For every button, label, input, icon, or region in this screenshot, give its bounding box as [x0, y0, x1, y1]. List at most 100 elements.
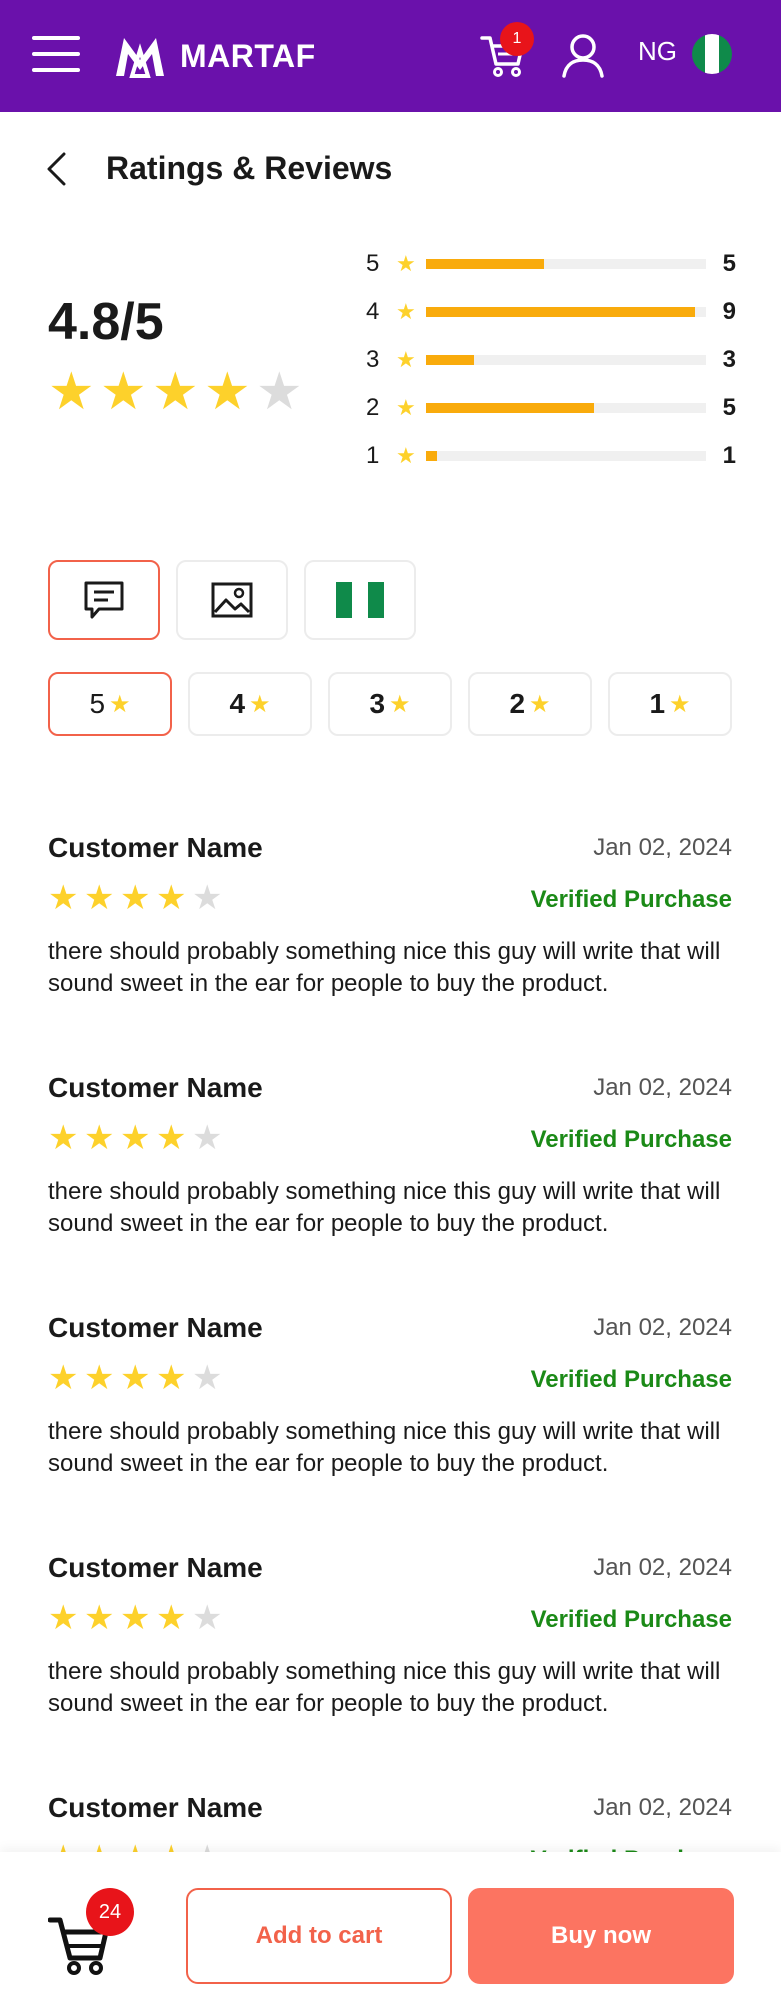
- rating-distribution: 5 ★ 5 4 ★ 9 3 ★ 3 2 ★ 5 1 ★ 1: [366, 240, 736, 480]
- add-to-cart-button[interactable]: Add to cart: [186, 1888, 452, 1984]
- verified-purchase-badge: Verified Purchase: [530, 1366, 732, 1393]
- star-empty-icon: ★: [192, 879, 223, 917]
- star-icon: ★: [389, 690, 411, 718]
- bottom-action-bar: 24 Add to cart Buy now: [0, 1852, 781, 2016]
- brand-logo[interactable]: MARTAF: [112, 30, 316, 82]
- distribution-bar-fill: [426, 451, 438, 461]
- distribution-count: 1: [722, 442, 736, 469]
- star-filled-icon: ★: [84, 1599, 115, 1637]
- distribution-row: 2 ★ 5: [366, 384, 736, 432]
- star-filter-group: 5 ★ 4 ★ 3 ★ 2 ★ 1 ★: [48, 672, 748, 736]
- star-filled-icon: ★: [120, 1119, 151, 1157]
- average-stars: ★ ★ ★ ★ ★: [48, 366, 308, 418]
- star-filled-icon: ★: [120, 1599, 151, 1637]
- star-filter-2-button[interactable]: 2 ★: [468, 672, 592, 736]
- user-icon[interactable]: [560, 32, 606, 78]
- star-filter-5-button[interactable]: 5 ★: [48, 672, 172, 736]
- page-title: Ratings & Reviews: [106, 150, 393, 186]
- star-filter-label: 4: [229, 688, 246, 719]
- distribution-label: 1: [366, 442, 380, 469]
- distribution-count: 3: [722, 346, 736, 373]
- star-empty-icon: ★: [192, 1119, 223, 1157]
- review-text: there should probably something nice thi…: [48, 1658, 721, 1717]
- distribution-count: 9: [722, 298, 736, 325]
- star-filled-icon: ★: [48, 363, 95, 421]
- star-empty-icon: ★: [192, 1359, 223, 1397]
- star-filled-icon: ★: [48, 1119, 79, 1157]
- review-date: Jan 02, 2024: [593, 1554, 732, 1581]
- star-empty-icon: ★: [192, 1599, 223, 1637]
- star-icon: ★: [109, 690, 131, 718]
- star-filter-4-button[interactable]: 4 ★: [188, 672, 312, 736]
- buy-now-button[interactable]: Buy now: [468, 1888, 734, 1984]
- star-filled-icon: ★: [48, 879, 79, 917]
- distribution-bar-fill: [426, 403, 594, 413]
- review-list: Customer Name Jan 02, 2024 ★ ★ ★ ★ ★ Verified P…: [48, 832, 732, 2016]
- filter-comments-button[interactable]: [48, 560, 160, 640]
- filter-images-button[interactable]: [176, 560, 288, 640]
- review-text: there should probably something nice thi…: [48, 1178, 721, 1237]
- star-icon: ★: [396, 443, 416, 468]
- review-date: Jan 02, 2024: [593, 1074, 732, 1101]
- brand-name: MARTAF: [180, 37, 316, 74]
- distribution-row: 4 ★ 9: [366, 288, 736, 336]
- image-icon: [211, 582, 253, 618]
- review-stars: ★★★★★: [48, 1600, 228, 1636]
- star-icon: ★: [396, 299, 416, 324]
- distribution-row: 1 ★ 1: [366, 432, 736, 480]
- distribution-bar-track: [426, 451, 706, 461]
- star-filled-icon: ★: [84, 879, 115, 917]
- star-filter-3-button[interactable]: 3 ★: [328, 672, 452, 736]
- distribution-label: 5: [366, 250, 380, 277]
- star-filter-label: 5: [89, 688, 106, 719]
- verified-purchase-badge: Verified Purchase: [530, 886, 732, 913]
- nigeria-flag-icon[interactable]: [692, 34, 732, 74]
- star-filled-icon: ★: [156, 1359, 187, 1397]
- reviewer-name: Customer Name: [48, 1312, 263, 1343]
- review-text: there should probably something nice thi…: [48, 1418, 721, 1477]
- region-code[interactable]: NG: [638, 36, 677, 67]
- comment-icon: [84, 581, 124, 619]
- reviewer-name: Customer Name: [48, 1072, 263, 1103]
- star-filled-icon: ★: [84, 1359, 115, 1397]
- star-filter-1-button[interactable]: 1 ★: [608, 672, 732, 736]
- star-filled-icon: ★: [120, 879, 151, 917]
- star-icon: ★: [669, 690, 691, 718]
- star-filter-label: 1: [649, 688, 666, 719]
- distribution-bar-fill: [426, 355, 474, 365]
- back-chevron-icon[interactable]: [44, 152, 68, 186]
- review-item: Customer Name Jan 02, 2024 ★★★★★ Verified P…: [48, 1312, 732, 1552]
- review-item: Customer Name Jan 02, 2024 ★★★★★ Verified P…: [48, 1552, 732, 1792]
- average-rating: 4.8/5: [48, 293, 164, 351]
- review-item: Customer NameJan 02, 2024★★★★★Verified P…: [48, 832, 732, 1072]
- verified-purchase-badge: Verified Purchase: [530, 1126, 732, 1153]
- app-header: MARTAF 1 NG: [0, 0, 781, 112]
- logo-icon: [116, 38, 164, 78]
- star-filter-label: 3: [369, 688, 386, 719]
- distribution-count: 5: [722, 250, 736, 277]
- distribution-label: 4: [366, 298, 380, 325]
- reviewer-name: Customer Name: [48, 1552, 263, 1583]
- review-item: Customer NameJan 02, 2024★★★★★Verified P…: [48, 1072, 732, 1312]
- star-filter-label: 2: [509, 688, 526, 719]
- star-filled-icon: ★: [156, 1599, 187, 1637]
- menu-icon[interactable]: [32, 36, 80, 76]
- verified-purchase-badge: Verified Purchase: [530, 1606, 732, 1633]
- filter-country-button[interactable]: [304, 560, 416, 640]
- review-stars: ★★★★★: [48, 1360, 228, 1396]
- star-icon: ★: [249, 690, 271, 718]
- reviewer-name: Customer Name: [48, 1792, 263, 1823]
- distribution-label: 3: [366, 346, 380, 373]
- cart-count-badge: 24: [86, 1888, 134, 1936]
- review-stars: ★★★★★: [48, 1120, 228, 1156]
- review-stars: ★★★★★: [48, 880, 228, 916]
- star-filled-icon: ★: [152, 363, 199, 421]
- review-date: Jan 02, 2024: [593, 1794, 732, 1821]
- distribution-bar-track: [426, 259, 706, 269]
- star-icon: ★: [396, 251, 416, 276]
- distribution-row: 5 ★ 5: [366, 240, 736, 288]
- star-filled-icon: ★: [204, 363, 251, 421]
- review-date: Jan 02, 2024: [593, 1314, 732, 1341]
- star-filled-icon: ★: [156, 879, 187, 917]
- distribution-bar-fill: [426, 259, 544, 269]
